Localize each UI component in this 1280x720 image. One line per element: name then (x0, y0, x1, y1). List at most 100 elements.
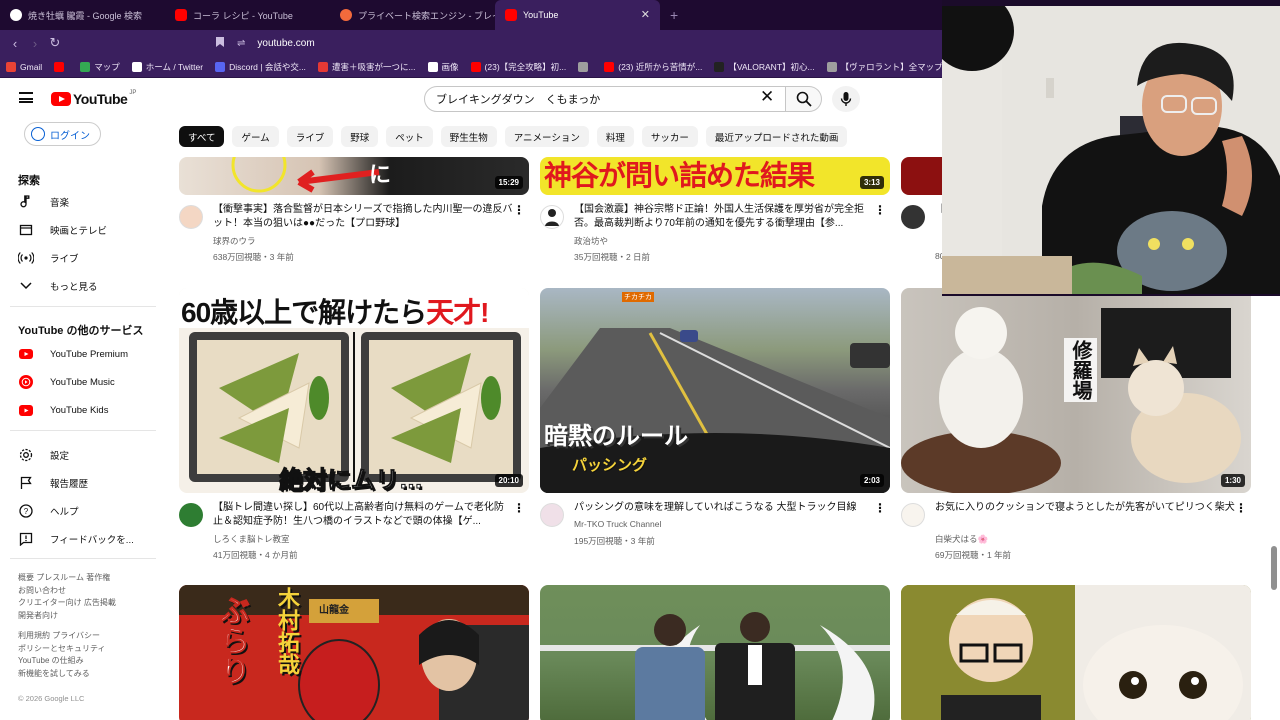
chip-cooking[interactable]: 料理 (596, 126, 634, 147)
more-options-icon[interactable]: ⋮ (1235, 501, 1247, 515)
close-tab-icon[interactable]: ✕ (641, 8, 650, 21)
new-tab-button[interactable]: + (670, 7, 678, 23)
footer-link[interactable]: お問い合わせ (18, 585, 158, 598)
site-info-icon[interactable]: ⇌ (237, 38, 245, 49)
chip-game[interactable]: ゲーム (232, 126, 279, 147)
sidebar-item-music[interactable]: 音楽 (18, 191, 158, 213)
forward-icon[interactable]: › (25, 36, 45, 51)
channel-avatar[interactable] (901, 205, 925, 229)
chip-live[interactable]: ライブ (286, 126, 334, 147)
chip-pets[interactable]: ペット (386, 126, 433, 147)
video-card[interactable] (901, 585, 1251, 720)
bookmark-item[interactable] (578, 61, 592, 72)
youtube-logo[interactable]: YouTube JP (51, 90, 136, 107)
footer-link[interactable]: 新機能を試してみる (18, 668, 158, 681)
video-thumbnail[interactable] (901, 585, 1251, 720)
video-card[interactable]: 60歳以上で解けたら天才! 絶対にムリ… 20:10 【脳トレ間違い探し】60代… (179, 288, 529, 568)
browser-tab-active[interactable]: YouTube ✕ (495, 0, 660, 30)
channel-avatar[interactable] (179, 503, 203, 527)
channel-name[interactable]: 政治坊や (574, 235, 608, 247)
sidebar-item-more[interactable]: もっと見る (18, 275, 158, 297)
voice-search-button[interactable] (832, 86, 860, 112)
footer-link[interactable]: ポリシーとセキュリティ (18, 643, 158, 656)
chip-recent[interactable]: 最近アップロードされた動画 (705, 126, 848, 147)
webcam-border (942, 294, 1280, 296)
more-options-icon[interactable]: ⋮ (874, 501, 886, 515)
channel-avatar[interactable] (901, 503, 925, 527)
video-thumbnail[interactable]: 神谷が問い詰めた結果 3:13 (540, 157, 890, 195)
video-title[interactable]: 【脳トレ間違い探し】60代以上高齢者向け無料のゲームで老化防止＆認知症予防！生八… (213, 501, 513, 529)
video-thumbnail[interactable]: 山龍金 木村拓哉 ぶらり (179, 585, 529, 720)
more-options-icon[interactable]: ⋮ (513, 203, 525, 217)
video-thumbnail[interactable]: 60歳以上で解けたら天才! 絶対にムリ… 20:10 (179, 288, 529, 493)
video-card[interactable] (540, 585, 890, 720)
video-title[interactable]: お気に入りのクッションで寝ようとしたが先客がいてピリつく柴犬 (935, 501, 1235, 515)
bookmark-icon[interactable] (215, 36, 225, 51)
browser-tab[interactable]: プライベート検索エンジン - ブレイブ検索 (330, 0, 495, 30)
clear-search-icon[interactable]: ✕ (760, 87, 774, 107)
search-input[interactable]: ブレイキングダウン くもまっか (424, 86, 786, 112)
video-title[interactable]: 【国会激震】神谷宗幣ド正論！外国人生活保護を厚労省が完全拒否。最高裁判断より70… (574, 203, 874, 231)
bookmark-item[interactable]: Discord | 会話や交... (215, 61, 306, 73)
chip-animation[interactable]: アニメーション (504, 126, 589, 147)
video-card[interactable]: 神谷が問い詰めた結果 3:13 【国会激震】神谷宗幣ド正論！外国人生活保護を厚労… (540, 157, 890, 277)
footer-link[interactable]: YouTube の仕組み (18, 655, 158, 668)
video-thumbnail[interactable]: チカチカ 暗黙のルール パッシング 2:03 (540, 288, 890, 493)
sidebar-item-movies[interactable]: 映画とテレビ (18, 219, 158, 241)
sidebar-item-kids[interactable]: YouTube Kids (18, 399, 158, 421)
bookmark-item[interactable]: (23)【完全攻略】初... (470, 61, 566, 73)
bookmark-item[interactable]: 【ヴァロラント】全マップ... (826, 61, 950, 73)
channel-name[interactable]: しろくま脳トレ教室 (213, 533, 290, 545)
video-thumbnail[interactable] (540, 585, 890, 720)
back-icon[interactable]: ‹ (5, 36, 25, 51)
video-thumbnail[interactable]: に 15:29 (179, 157, 529, 195)
video-thumbnail[interactable]: 修羅場 1:30 (901, 288, 1251, 493)
browser-tab[interactable]: コーラ レシピ - YouTube (165, 0, 330, 30)
bookmark-item[interactable]: Gmail (6, 61, 42, 72)
video-card[interactable]: に 15:29 【衝撃事実】落合監督が日本シリーズで指摘した内川聖一の違反バット… (179, 157, 529, 277)
bookmark-item[interactable]: 画像 (427, 61, 459, 73)
more-options-icon[interactable]: ⋮ (513, 501, 525, 515)
chip-all[interactable]: すべて (179, 126, 225, 147)
footer-link[interactable]: クリエイター向け 広告掲載 (18, 597, 158, 610)
sidebar-item-premium[interactable]: YouTube Premium (18, 343, 158, 365)
bookmark-item[interactable]: 【VALORANT】初心... (714, 61, 815, 73)
sidebar-item-report-history[interactable]: 報告履歴 (18, 472, 158, 494)
chip-soccer[interactable]: サッカー (641, 126, 698, 147)
sidebar-item-help[interactable]: ? ヘルプ (18, 500, 158, 522)
sidebar-item-music-app[interactable]: YouTube Music (18, 371, 158, 393)
chip-baseball[interactable]: 野球 (341, 126, 379, 147)
more-options-icon[interactable]: ⋮ (874, 203, 886, 217)
video-title[interactable]: 【衝撃事実】落合監督が日本シリーズで指摘した内川聖一の違反バット！本当の狙いは●… (213, 203, 513, 231)
channel-name[interactable]: Mr-TKO Truck Channel (574, 519, 661, 529)
bookmark-item[interactable]: ホーム / Twitter (131, 61, 203, 73)
page-scrollbar[interactable] (1271, 546, 1277, 590)
chip-wildlife[interactable]: 野生生物 (440, 126, 497, 147)
video-card[interactable]: 修羅場 1:30 お気に入りのクッションで寝ようとしたが先客がいてピリつく柴犬 … (901, 288, 1251, 568)
url-field[interactable]: youtube.com (257, 38, 314, 49)
browser-tab[interactable]: 焼き牡蠣 朧霞 - Google 検索 (0, 0, 165, 30)
bookmark-item[interactable]: 遭害＋吸害が一つに... (317, 61, 416, 73)
reload-icon[interactable]: ↻ (45, 35, 65, 51)
login-button[interactable]: ログイン (24, 122, 101, 146)
bookmark-item[interactable]: (23) 近所から苦情が... (604, 61, 702, 73)
footer-link[interactable]: 開発者向け (18, 610, 158, 623)
channel-avatar[interactable] (540, 503, 564, 527)
channel-avatar[interactable] (179, 205, 203, 229)
bookmark-favicon-icon (427, 61, 438, 72)
footer-link[interactable]: 概要 プレスルーム 著作権 (18, 572, 158, 585)
channel-avatar[interactable] (540, 205, 564, 229)
channel-name[interactable]: 白柴犬はる🌸 (935, 533, 988, 545)
sidebar-item-feedback[interactable]: フィードバックを... (18, 528, 158, 550)
sidebar-item-settings[interactable]: 設定 (18, 444, 158, 466)
channel-name[interactable]: 球界のウラ (213, 235, 256, 247)
video-title[interactable]: パッシングの意味を理解していればこうなる 大型トラック目線 (574, 501, 874, 515)
sidebar-item-live[interactable]: ライブ (18, 247, 158, 269)
video-card[interactable]: チカチカ 暗黙のルール パッシング 2:03 パッシングの意味を理解していればこ… (540, 288, 890, 568)
bookmark-item[interactable]: マップ (80, 61, 120, 73)
search-button[interactable] (786, 86, 822, 112)
bookmark-item[interactable] (54, 61, 68, 72)
footer-link[interactable]: 利用規約 プライバシー (18, 630, 158, 643)
video-card[interactable]: 山龍金 木村拓哉 ぶらり (179, 585, 529, 720)
menu-icon[interactable] (19, 92, 33, 103)
